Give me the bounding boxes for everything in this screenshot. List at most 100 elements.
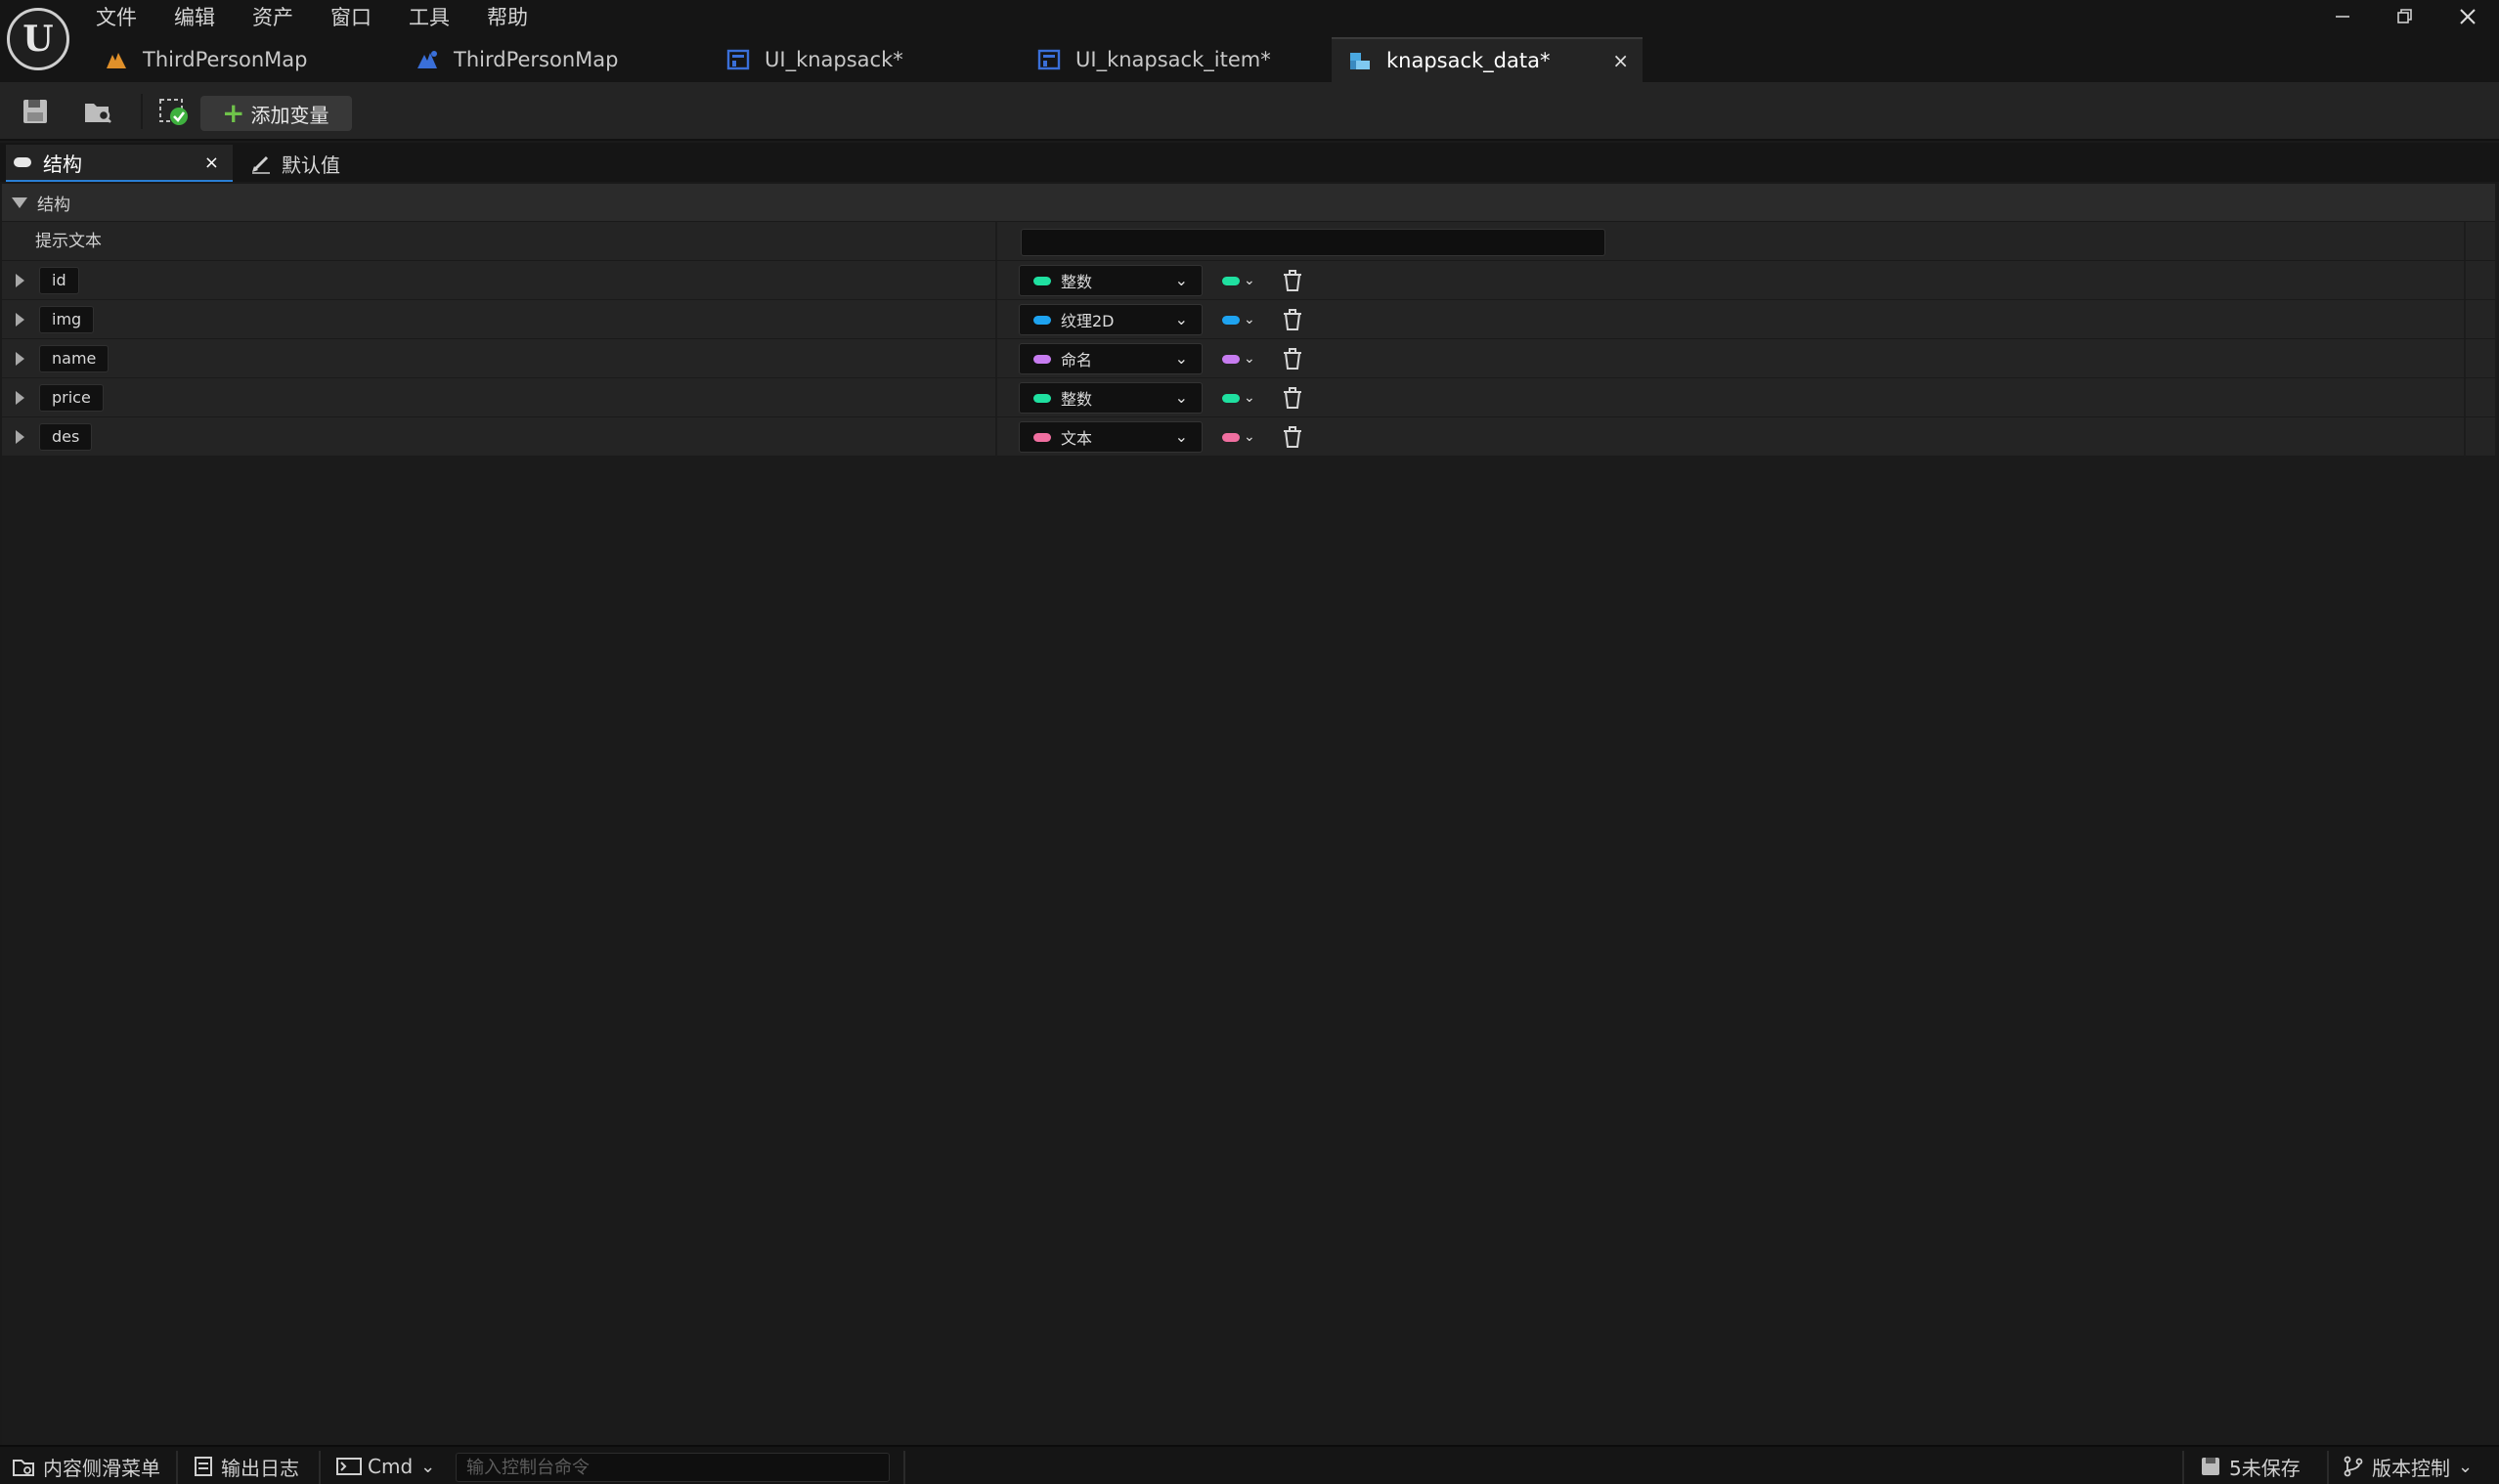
delete-trash-icon[interactable] [1281, 269, 1304, 292]
container-type-dropdown[interactable]: ⌄ [1222, 269, 1267, 292]
close-tab-icon[interactable]: × [1612, 49, 1629, 72]
level-blueprint-icon [415, 47, 440, 72]
menu-edit[interactable]: 编辑 [174, 2, 233, 33]
single-pill-icon [1222, 276, 1240, 285]
variable-name-field[interactable]: img [39, 306, 95, 333]
variable-type-dropdown[interactable]: 整数 ⌄ [1019, 265, 1203, 296]
doc-tab-knapsack-data[interactable]: knapsack_data* × [1332, 37, 1643, 82]
delete-trash-icon[interactable] [1281, 425, 1304, 449]
delete-trash-icon[interactable] [1281, 347, 1304, 371]
menu-tools[interactable]: 工具 [409, 2, 467, 33]
menu-help[interactable]: 帮助 [487, 2, 546, 33]
type-pill-icon [1033, 276, 1051, 285]
status-separator [2182, 1451, 2184, 1484]
tab-structure[interactable]: 结构 × [6, 145, 233, 182]
variable-name-field[interactable]: id [39, 267, 79, 294]
container-type-dropdown[interactable]: ⌄ [1222, 347, 1267, 371]
unreal-logo-icon[interactable]: U [7, 8, 69, 70]
expand-arrow-icon[interactable] [16, 352, 24, 366]
unsaved-assets-button[interactable]: 5未保存 [2200, 1447, 2301, 1484]
single-pill-icon [1222, 432, 1240, 442]
tab-default-values[interactable]: 默认值 [246, 145, 340, 182]
cmd-selector[interactable]: Cmd ⌄ [336, 1447, 435, 1484]
window-controls [2311, 0, 2499, 33]
expand-arrow-icon[interactable] [16, 313, 24, 327]
variable-type-dropdown[interactable]: 文本 ⌄ [1019, 421, 1203, 453]
variable-type-label: 命名 [1061, 351, 1093, 370]
variable-type-label: 纹理2D [1061, 312, 1115, 330]
content-drawer-icon [13, 1460, 34, 1476]
variable-type-label: 整数 [1061, 273, 1093, 291]
level-icon [104, 47, 129, 72]
content-drawer-button[interactable]: 内容侧滑菜单 [12, 1447, 160, 1484]
type-pill-icon [1033, 315, 1051, 325]
expand-arrow-icon[interactable] [16, 391, 24, 405]
source-control-button[interactable]: 版本控制 ⌄ [2343, 1447, 2473, 1484]
type-pill-icon [1033, 354, 1051, 364]
container-type-dropdown[interactable]: ⌄ [1222, 425, 1267, 449]
restore-icon[interactable] [2374, 0, 2436, 33]
variable-name-field[interactable]: des [39, 423, 93, 451]
variable-row-price: price 整数 ⌄ ⌄ [2, 377, 2495, 417]
hint-text-input[interactable] [1021, 229, 1605, 256]
widget-blueprint-icon [1036, 47, 1062, 72]
cmd-label: Cmd [368, 1455, 414, 1478]
structure-details-panel: 结构 提示文本 id 整数 ⌄ ⌄ img 纹理2D ⌄ ⌄ name 命名 ⌄… [2, 184, 2497, 1445]
variable-name-field[interactable]: price [39, 384, 104, 412]
chevron-down-icon: ⌄ [1174, 310, 1188, 328]
collapse-triangle-icon[interactable] [12, 196, 27, 208]
variable-type-cell: 命名 ⌄ ⌄ [1001, 339, 2466, 378]
variable-name-cell: img [2, 300, 997, 339]
save-icon[interactable] [16, 92, 55, 131]
category-label: 结构 [37, 195, 70, 215]
variable-type-dropdown[interactable]: 命名 ⌄ [1019, 343, 1203, 374]
expand-arrow-icon[interactable] [16, 430, 24, 444]
menu-window[interactable]: 窗口 [330, 2, 389, 33]
type-pill-icon [1033, 393, 1051, 403]
console-command-input[interactable] [456, 1453, 890, 1482]
variable-type-dropdown[interactable]: 整数 ⌄ [1019, 382, 1203, 414]
close-window-icon[interactable] [2436, 0, 2499, 33]
doc-tab-ui-knapsack[interactable]: UI_knapsack* [710, 37, 1021, 82]
minimize-icon[interactable] [2311, 0, 2374, 33]
category-header[interactable]: 结构 [2, 184, 2495, 221]
menu-file[interactable]: 文件 [96, 2, 154, 33]
container-type-dropdown[interactable]: ⌄ [1222, 308, 1267, 331]
variable-type-label: 文本 [1061, 429, 1093, 448]
output-log-button[interactable]: 输出日志 [194, 1447, 299, 1484]
status-separator [2327, 1451, 2329, 1484]
chevron-down-icon: ⌄ [1244, 351, 1255, 367]
variable-type-cell: 整数 ⌄ ⌄ [1001, 378, 2466, 417]
delete-trash-icon[interactable] [1281, 308, 1304, 331]
doc-tab-label: UI_knapsack* [765, 48, 903, 71]
expand-arrow-icon[interactable] [16, 274, 24, 287]
doc-tab-thirdpersonmap-blueprint[interactable]: ThirdPersonMap [399, 37, 710, 82]
variable-row-img: img 纹理2D ⌄ ⌄ [2, 299, 2495, 339]
toolbar: + 添加变量 [0, 82, 2499, 141]
add-variable-button[interactable]: + 添加变量 [200, 96, 352, 131]
variable-type-dropdown[interactable]: 纹理2D ⌄ [1019, 304, 1203, 335]
variable-name-field[interactable]: name [39, 345, 110, 372]
chevron-down-icon: ⌄ [1244, 273, 1255, 288]
pencil-icon [250, 153, 272, 174]
variable-row-name: name 命名 ⌄ ⌄ [2, 338, 2495, 378]
compile-status-icon[interactable] [154, 92, 194, 131]
doc-tab-ui-knapsack-item[interactable]: UI_knapsack_item* [1021, 37, 1332, 82]
chevron-down-icon: ⌄ [1244, 312, 1255, 327]
single-pill-icon [1222, 393, 1240, 403]
content-drawer-label: 内容侧滑菜单 [43, 1456, 160, 1480]
status-separator [176, 1451, 178, 1484]
add-variable-label: 添加变量 [250, 103, 329, 127]
single-pill-icon [1222, 315, 1240, 325]
doc-tab-label: ThirdPersonMap [454, 48, 619, 71]
status-bar: 内容侧滑菜单 输出日志 Cmd ⌄ 5未保存 版本控制 ⌄ [0, 1445, 2499, 1484]
chevron-down-icon: ⌄ [420, 1456, 436, 1477]
chevron-down-icon: ⌄ [1174, 427, 1188, 446]
browse-icon[interactable] [78, 92, 117, 131]
variable-type-cell: 文本 ⌄ ⌄ [1001, 417, 2466, 457]
delete-trash-icon[interactable] [1281, 386, 1304, 410]
close-panel-icon[interactable]: × [204, 153, 219, 173]
menu-assets[interactable]: 资产 [252, 2, 311, 33]
doc-tab-thirdpersonmap[interactable]: ThirdPersonMap [88, 37, 399, 82]
container-type-dropdown[interactable]: ⌄ [1222, 386, 1267, 410]
